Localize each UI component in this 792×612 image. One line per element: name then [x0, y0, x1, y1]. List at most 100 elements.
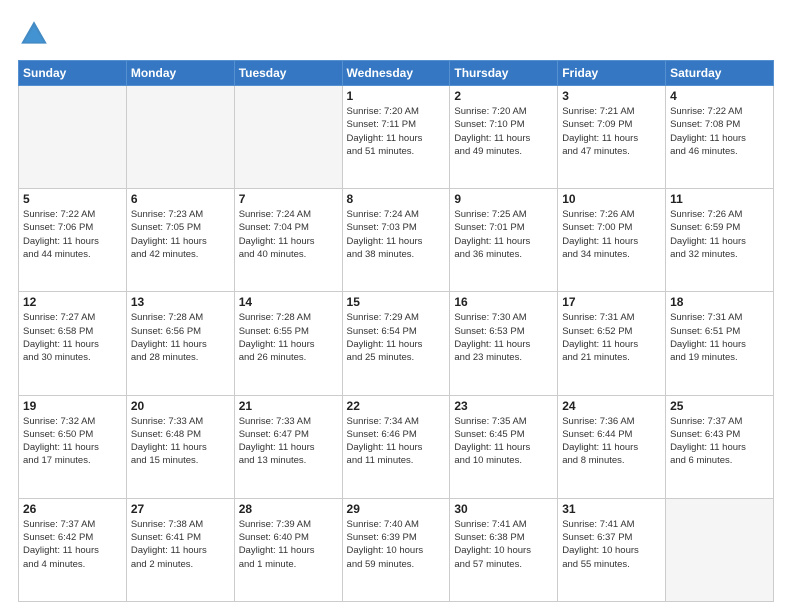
calendar-cell: 30 Sunrise: 7:41 AM Sunset: 6:38 PM Dayli…	[450, 498, 558, 601]
calendar-cell: 27 Sunrise: 7:38 AM Sunset: 6:41 PM Dayli…	[126, 498, 234, 601]
weekday-header-wednesday: Wednesday	[342, 61, 450, 86]
day-number: 14	[239, 295, 338, 309]
day-number: 3	[562, 89, 661, 103]
calendar-cell: 5 Sunrise: 7:22 AM Sunset: 7:06 PM Daylig…	[19, 189, 127, 292]
day-info: Sunrise: 7:28 AM Sunset: 6:56 PM Dayligh…	[131, 311, 230, 364]
day-info: Sunrise: 7:29 AM Sunset: 6:54 PM Dayligh…	[347, 311, 446, 364]
day-number: 24	[562, 399, 661, 413]
day-number: 6	[131, 192, 230, 206]
day-info: Sunrise: 7:30 AM Sunset: 6:53 PM Dayligh…	[454, 311, 553, 364]
calendar-cell: 7 Sunrise: 7:24 AM Sunset: 7:04 PM Daylig…	[234, 189, 342, 292]
day-number: 8	[347, 192, 446, 206]
day-number: 11	[670, 192, 769, 206]
calendar-cell: 21 Sunrise: 7:33 AM Sunset: 6:47 PM Dayli…	[234, 395, 342, 498]
day-number: 29	[347, 502, 446, 516]
day-info: Sunrise: 7:26 AM Sunset: 7:00 PM Dayligh…	[562, 208, 661, 261]
day-info: Sunrise: 7:37 AM Sunset: 6:43 PM Dayligh…	[670, 415, 769, 468]
day-number: 30	[454, 502, 553, 516]
day-number: 12	[23, 295, 122, 309]
day-number: 18	[670, 295, 769, 309]
day-number: 21	[239, 399, 338, 413]
calendar-cell: 1 Sunrise: 7:20 AM Sunset: 7:11 PM Daylig…	[342, 86, 450, 189]
day-number: 13	[131, 295, 230, 309]
day-info: Sunrise: 7:22 AM Sunset: 7:06 PM Dayligh…	[23, 208, 122, 261]
day-info: Sunrise: 7:28 AM Sunset: 6:55 PM Dayligh…	[239, 311, 338, 364]
day-info: Sunrise: 7:20 AM Sunset: 7:11 PM Dayligh…	[347, 105, 446, 158]
day-info: Sunrise: 7:35 AM Sunset: 6:45 PM Dayligh…	[454, 415, 553, 468]
day-info: Sunrise: 7:20 AM Sunset: 7:10 PM Dayligh…	[454, 105, 553, 158]
day-number: 15	[347, 295, 446, 309]
calendar-header-row: SundayMondayTuesdayWednesdayThursdayFrid…	[19, 61, 774, 86]
day-number: 9	[454, 192, 553, 206]
day-number: 2	[454, 89, 553, 103]
calendar-cell: 22Sunrise: 7:34 AM Sunset: 6:46 PM Dayli…	[342, 395, 450, 498]
day-number: 27	[131, 502, 230, 516]
day-number: 1	[347, 89, 446, 103]
calendar-cell: 15 Sunrise: 7:29 AM Sunset: 6:54 PM Dayli…	[342, 292, 450, 395]
calendar-cell: 18 Sunrise: 7:31 AM Sunset: 6:51 PM Dayli…	[666, 292, 774, 395]
calendar-cell: 31Sunrise: 7:41 AM Sunset: 6:37 PM Dayli…	[558, 498, 666, 601]
calendar-cell	[19, 86, 127, 189]
calendar-table: SundayMondayTuesdayWednesdayThursdayFrid…	[18, 60, 774, 602]
day-info: Sunrise: 7:24 AM Sunset: 7:04 PM Dayligh…	[239, 208, 338, 261]
header	[18, 18, 774, 50]
calendar-cell: 13 Sunrise: 7:28 AM Sunset: 6:56 PM Dayli…	[126, 292, 234, 395]
calendar-week-4: 19 Sunrise: 7:32 AM Sunset: 6:50 PM Dayli…	[19, 395, 774, 498]
weekday-header-tuesday: Tuesday	[234, 61, 342, 86]
weekday-header-saturday: Saturday	[666, 61, 774, 86]
calendar-cell: 17 Sunrise: 7:31 AM Sunset: 6:52 PM Dayli…	[558, 292, 666, 395]
day-info: Sunrise: 7:38 AM Sunset: 6:41 PM Dayligh…	[131, 518, 230, 571]
day-number: 16	[454, 295, 553, 309]
day-number: 26	[23, 502, 122, 516]
day-number: 25	[670, 399, 769, 413]
calendar-cell: 28 Sunrise: 7:39 AM Sunset: 6:40 PM Dayli…	[234, 498, 342, 601]
logo-icon	[18, 18, 50, 50]
calendar-week-5: 26Sunrise: 7:37 AM Sunset: 6:42 PM Dayli…	[19, 498, 774, 601]
day-number: 5	[23, 192, 122, 206]
calendar-cell: 2 Sunrise: 7:20 AM Sunset: 7:10 PM Daylig…	[450, 86, 558, 189]
day-number: 17	[562, 295, 661, 309]
weekday-header-sunday: Sunday	[19, 61, 127, 86]
day-info: Sunrise: 7:41 AM Sunset: 6:37 PM Dayligh…	[562, 518, 661, 571]
calendar-cell	[666, 498, 774, 601]
calendar-week-1: 1 Sunrise: 7:20 AM Sunset: 7:11 PM Daylig…	[19, 86, 774, 189]
day-info: Sunrise: 7:23 AM Sunset: 7:05 PM Dayligh…	[131, 208, 230, 261]
calendar-week-2: 5 Sunrise: 7:22 AM Sunset: 7:06 PM Daylig…	[19, 189, 774, 292]
day-info: Sunrise: 7:25 AM Sunset: 7:01 PM Dayligh…	[454, 208, 553, 261]
day-info: Sunrise: 7:31 AM Sunset: 6:51 PM Dayligh…	[670, 311, 769, 364]
day-info: Sunrise: 7:36 AM Sunset: 6:44 PM Dayligh…	[562, 415, 661, 468]
calendar-cell: 11 Sunrise: 7:26 AM Sunset: 6:59 PM Dayli…	[666, 189, 774, 292]
day-number: 4	[670, 89, 769, 103]
logo	[18, 18, 56, 50]
day-number: 20	[131, 399, 230, 413]
day-info: Sunrise: 7:26 AM Sunset: 6:59 PM Dayligh…	[670, 208, 769, 261]
calendar-cell: 9 Sunrise: 7:25 AM Sunset: 7:01 PM Daylig…	[450, 189, 558, 292]
day-number: 19	[23, 399, 122, 413]
calendar-cell: 19 Sunrise: 7:32 AM Sunset: 6:50 PM Dayli…	[19, 395, 127, 498]
day-info: Sunrise: 7:31 AM Sunset: 6:52 PM Dayligh…	[562, 311, 661, 364]
calendar-cell: 24 Sunrise: 7:36 AM Sunset: 6:44 PM Dayli…	[558, 395, 666, 498]
day-info: Sunrise: 7:32 AM Sunset: 6:50 PM Dayligh…	[23, 415, 122, 468]
day-info: Sunrise: 7:41 AM Sunset: 6:38 PM Dayligh…	[454, 518, 553, 571]
calendar-cell: 8Sunrise: 7:24 AM Sunset: 7:03 PM Daylig…	[342, 189, 450, 292]
day-number: 23	[454, 399, 553, 413]
page: SundayMondayTuesdayWednesdayThursdayFrid…	[0, 0, 792, 612]
calendar-cell: 29Sunrise: 7:40 AM Sunset: 6:39 PM Dayli…	[342, 498, 450, 601]
day-info: Sunrise: 7:34 AM Sunset: 6:46 PM Dayligh…	[347, 415, 446, 468]
day-number: 7	[239, 192, 338, 206]
day-info: Sunrise: 7:33 AM Sunset: 6:47 PM Dayligh…	[239, 415, 338, 468]
calendar-cell: 10 Sunrise: 7:26 AM Sunset: 7:00 PM Dayli…	[558, 189, 666, 292]
day-info: Sunrise: 7:21 AM Sunset: 7:09 PM Dayligh…	[562, 105, 661, 158]
day-info: Sunrise: 7:22 AM Sunset: 7:08 PM Dayligh…	[670, 105, 769, 158]
calendar-cell: 20Sunrise: 7:33 AM Sunset: 6:48 PM Dayli…	[126, 395, 234, 498]
calendar-cell	[126, 86, 234, 189]
day-number: 10	[562, 192, 661, 206]
weekday-header-monday: Monday	[126, 61, 234, 86]
day-number: 28	[239, 502, 338, 516]
calendar-cell	[234, 86, 342, 189]
calendar-cell: 16 Sunrise: 7:30 AM Sunset: 6:53 PM Dayli…	[450, 292, 558, 395]
weekday-header-friday: Friday	[558, 61, 666, 86]
calendar-cell: 6 Sunrise: 7:23 AM Sunset: 7:05 PM Daylig…	[126, 189, 234, 292]
calendar-cell: 4 Sunrise: 7:22 AM Sunset: 7:08 PM Daylig…	[666, 86, 774, 189]
day-info: Sunrise: 7:39 AM Sunset: 6:40 PM Dayligh…	[239, 518, 338, 571]
